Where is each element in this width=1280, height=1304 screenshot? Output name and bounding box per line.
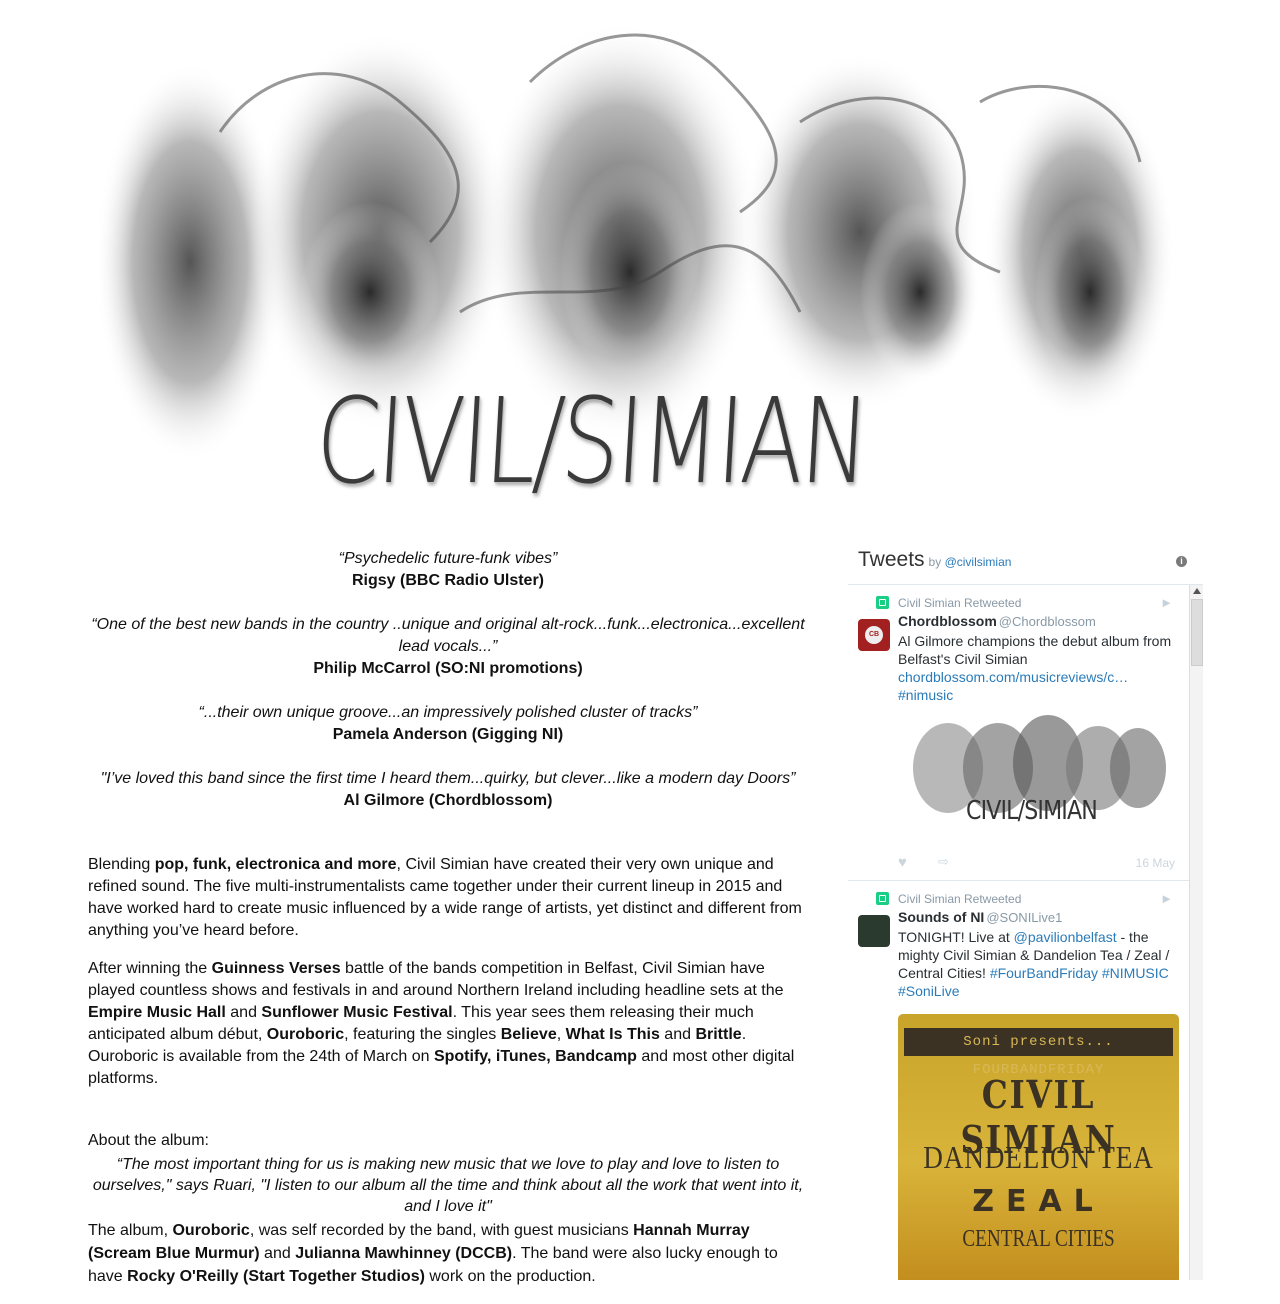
twitter-handle-link[interactable]: @civilsimian [945, 555, 1012, 569]
quote-text: "I’ve loved this band since the first ti… [100, 770, 796, 787]
share-icon[interactable]: ⇨ [938, 854, 949, 870]
twitter-widget-header: Tweets by @civilsimian i [848, 538, 1203, 585]
tweet-author-name[interactable]: Sounds of NI [898, 909, 984, 925]
poster-line: DANDELION TEA [923, 1139, 1154, 1175]
album-heading: About the album: [88, 1132, 209, 1149]
tweet-date[interactable]: 16 May [1136, 856, 1175, 870]
tweet-list[interactable]: Civil Simian Retweeted ► CB Chordblossom… [848, 585, 1190, 1280]
poster-line: CENTRAL CITIES [962, 1226, 1115, 1252]
tweet-link[interactable]: chordblossom.com/musicreviews/c… [898, 668, 1175, 686]
press-quote: "I’ve loved this band since the first ti… [88, 768, 808, 812]
band-logo-text: CIVIL/SIMIAN [312, 372, 871, 510]
retweeted-label: Civil Simian Retweeted [898, 596, 1022, 610]
poster-line: ZEAL [972, 1184, 1105, 1219]
retweet-icon [876, 596, 889, 609]
twitter-bird-icon[interactable]: ► [1160, 891, 1173, 906]
press-quote: “Psychedelic future-funk vibes” Rigsy (B… [88, 548, 808, 592]
twitter-bird-icon[interactable]: ► [1160, 595, 1173, 610]
retweeted-label: Civil Simian Retweeted [898, 892, 1022, 906]
tweet-text: TONIGHT! Live at @pavilionbelfast - the … [898, 928, 1175, 1000]
tweet-actions: ♥ ⇨ 16 May [898, 848, 1175, 880]
avatar[interactable] [858, 915, 890, 947]
tweet-hashtag[interactable]: #nimusic [898, 686, 1175, 704]
bio-paragraph-2: After winning the Guinness Verses battle… [88, 960, 795, 1087]
tweet-hashtag[interactable]: #SoniLive [898, 982, 1175, 1000]
media-logo-text: CIVIL/SIMIAN [966, 796, 1098, 826]
tweet[interactable]: Civil Simian Retweeted ► CB Chordblossom… [848, 585, 1189, 881]
quote-text: “...their own unique groove...an impress… [198, 704, 698, 721]
quote-text: “Psychedelic future-funk vibes” [338, 550, 558, 567]
quote-author: Rigsy (BBC Radio Ulster) [351, 572, 545, 589]
bio-paragraph-1: Blending pop, funk, electronica and more… [88, 856, 802, 939]
album-quote: “The most important thing for us is maki… [92, 1156, 804, 1215]
twitter-timeline-widget: Tweets by @civilsimian i Civil Simian Ret… [848, 538, 1203, 1280]
tweet-author-handle[interactable]: @Chordblossom [999, 614, 1096, 629]
scroll-up-arrow-icon[interactable] [1193, 588, 1201, 594]
press-quote: “...their own unique groove...an impress… [88, 702, 808, 746]
tweet[interactable]: Civil Simian Retweeted ► Sounds of NI @SO… [848, 881, 1189, 1280]
album-paragraph: The album, Ouroboric, was self recorded … [88, 1222, 778, 1285]
tweet-media-image[interactable]: CIVIL/SIMIAN [898, 708, 1179, 848]
poster-header: Soni presents... FOURBANDFRIDAY [904, 1028, 1173, 1078]
twitter-widget-title: Tweets by @civilsimian [858, 548, 1012, 571]
main-content: “Psychedelic future-funk vibes” Rigsy (B… [88, 548, 808, 1304]
tweet-media-poster[interactable]: Soni presents... FOURBANDFRIDAY CIVIL SI… [898, 1014, 1179, 1280]
tweet-text: Al Gilmore champions the debut album fro… [898, 632, 1175, 704]
tweet-mention[interactable]: @pavilionbelfast [1014, 929, 1117, 945]
quote-author: Pamela Anderson (Gigging NI) [332, 726, 564, 743]
avatar[interactable]: CB [858, 619, 890, 651]
quote-author: Philip McCarrol (SO:NI promotions) [313, 660, 583, 677]
tweet-author-handle[interactable]: @SONILive1 [986, 910, 1062, 925]
scrollbar-thumb[interactable] [1191, 599, 1203, 666]
like-heart-icon[interactable]: ♥ [898, 854, 907, 871]
scrollbar[interactable] [1189, 585, 1203, 1280]
info-icon[interactable]: i [1176, 556, 1187, 567]
quote-author: Al Gilmore (Chordblossom) [343, 792, 553, 809]
tweet-hashtags[interactable]: #FourBandFriday #NIMUSIC [990, 965, 1169, 981]
press-quote: “One of the best new bands in the countr… [88, 614, 808, 680]
retweet-icon [876, 892, 889, 905]
band-header-artwork: CIVIL/SIMIAN [100, 12, 1175, 512]
quote-text: “One of the best new bands in the countr… [91, 616, 805, 655]
tweet-author-name[interactable]: Chordblossom [898, 613, 997, 629]
